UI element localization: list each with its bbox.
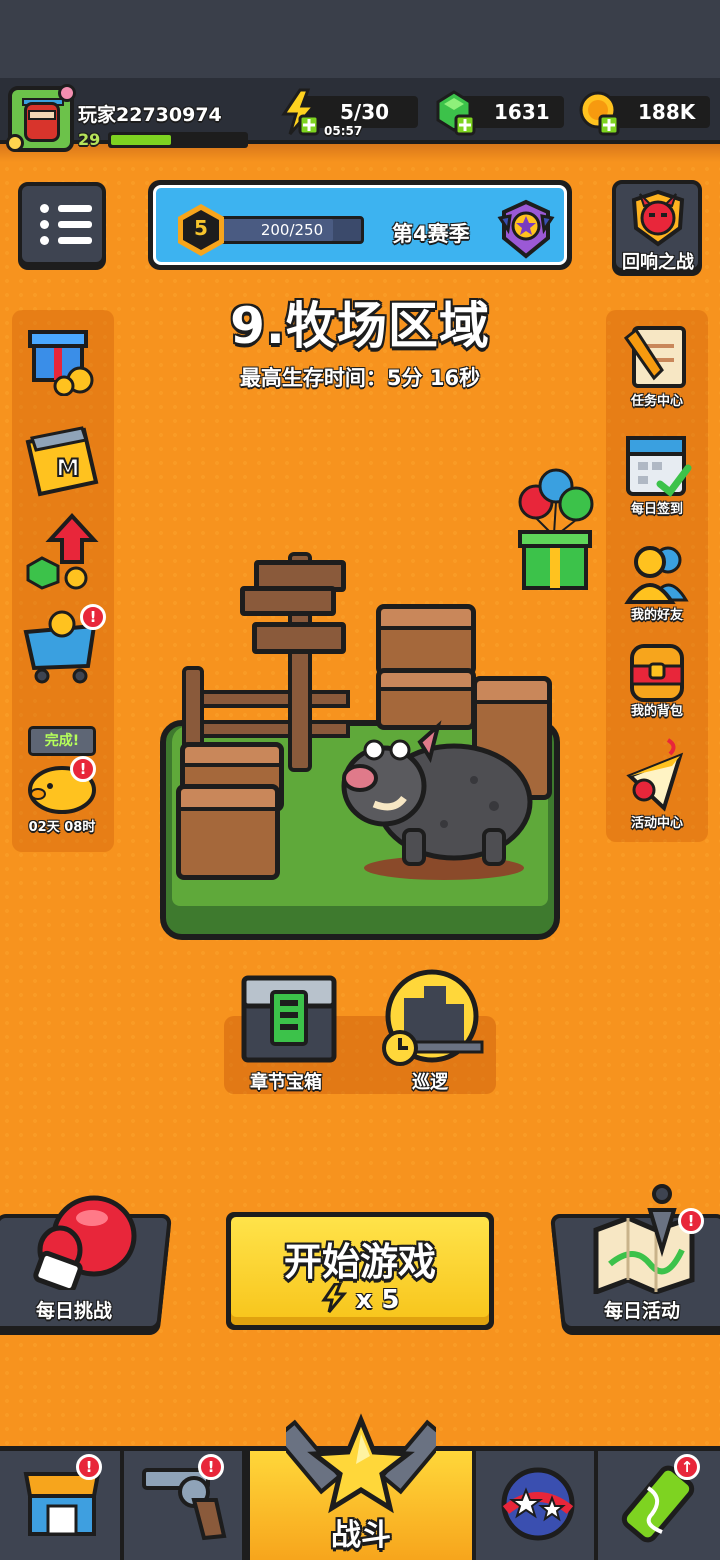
wild-boar-icon xyxy=(341,720,533,880)
season-crest-icon xyxy=(497,199,555,259)
menu-button[interactable] xyxy=(18,182,106,266)
boxing-glove-icon xyxy=(33,1195,137,1290)
green-gem-plus-icon xyxy=(436,90,476,136)
start-game-inner: 开始游戏 x 5 xyxy=(231,1217,489,1325)
piggy-complete-tag: 完成! xyxy=(28,726,96,756)
xp-fill xyxy=(111,135,172,145)
menu-line xyxy=(58,205,92,212)
activity-center-label: 活动中心 xyxy=(630,816,683,831)
menu-dot xyxy=(40,204,49,213)
daily-challenge-label: 每日挑战 xyxy=(36,1300,113,1322)
m-card-icon[interactable]: M xyxy=(22,424,104,500)
calendar-check-icon[interactable] xyxy=(622,428,692,500)
evolution-tab-badge: ↑ xyxy=(674,1454,700,1480)
start-game-cost: x 5 xyxy=(231,1282,489,1315)
season-progress-bar: 200/250 xyxy=(220,216,364,244)
menu-line xyxy=(58,237,92,244)
piggy-timer: 02天 08时 xyxy=(28,820,96,835)
sign-board xyxy=(240,586,336,616)
my-backpack-label: 我的背包 xyxy=(630,704,683,719)
flower-icon xyxy=(6,134,24,152)
piggy-badge: ! xyxy=(70,756,96,782)
gem-value: 1631 xyxy=(494,100,550,124)
stars-orb-icon xyxy=(501,1467,575,1541)
menu-dot xyxy=(40,220,49,229)
echo-battle-label: 回响之战 xyxy=(622,252,694,273)
chapter-chest-label: 章节宝箱 xyxy=(250,1072,322,1093)
quest-scroll-icon[interactable] xyxy=(620,320,694,392)
menu-line xyxy=(58,221,92,228)
season-name: 第4赛季 xyxy=(392,222,470,246)
season-panel[interactable]: 200/250 5 第4赛季 xyxy=(148,180,572,270)
daily-activity-label: 每日活动 xyxy=(604,1300,681,1322)
shop-tab-badge: ! xyxy=(76,1454,102,1480)
daily-activity-badge: ! xyxy=(678,1208,704,1234)
start-game-button[interactable]: 开始游戏 x 5 xyxy=(226,1212,494,1330)
status-bar xyxy=(0,0,720,78)
player-name: 玩家22730974 xyxy=(78,104,222,126)
gift-coins-icon[interactable] xyxy=(24,320,102,396)
season-progress-text: 200/250 xyxy=(260,221,324,239)
energy-value: 5/30 xyxy=(340,100,390,124)
menu-dot xyxy=(40,236,49,245)
star-battle-icon xyxy=(286,1413,436,1514)
season-level: 5 xyxy=(194,216,208,240)
patrol-label: 巡逻 xyxy=(412,1072,448,1093)
start-cost-text: x 5 xyxy=(355,1285,400,1315)
coin-value: 188K xyxy=(638,100,696,124)
xp-bar xyxy=(108,132,248,148)
energy-timer: 05:57 xyxy=(324,124,363,138)
player-level: 29 xyxy=(78,130,101,149)
backpack-icon[interactable] xyxy=(622,636,692,704)
balloon-gift-icon[interactable] xyxy=(514,464,596,596)
fence-rail xyxy=(200,720,350,738)
sign-board xyxy=(252,622,346,654)
hay-bale xyxy=(376,604,476,676)
avatar-face xyxy=(24,102,60,142)
map-pin-icon xyxy=(593,1184,695,1294)
lightning-plus-icon xyxy=(281,88,320,136)
svg-text:M: M xyxy=(56,454,80,482)
friends-icon[interactable] xyxy=(622,540,692,604)
shop-badge: ! xyxy=(80,604,106,630)
gem-upgrade-icon[interactable] xyxy=(24,512,102,592)
my-friends-label: 我的好友 xyxy=(630,608,683,623)
flower-icon xyxy=(58,84,76,102)
quest-center-label: 任务中心 xyxy=(630,394,683,409)
devil-shield-icon xyxy=(631,189,685,247)
hay-bale xyxy=(176,784,280,880)
chapter-chest-icon[interactable] xyxy=(238,970,340,1066)
weapons-tab-badge: ! xyxy=(198,1454,224,1480)
piggy-tag-text: 完成! xyxy=(44,733,80,749)
avatar-visor xyxy=(28,110,56,120)
lightning-icon xyxy=(320,1282,347,1313)
fence-rail xyxy=(200,690,350,708)
patrol-icon[interactable] xyxy=(376,968,486,1068)
season-panel-inner: 200/250 5 第4赛季 xyxy=(153,185,567,265)
party-popper-icon[interactable] xyxy=(620,736,694,814)
start-game-title: 开始游戏 xyxy=(283,1240,436,1284)
daily-signin-label: 每日签到 xyxy=(630,502,683,517)
gold-coin-plus-icon xyxy=(579,91,620,136)
nav-battle-label: 战斗 xyxy=(331,1518,391,1553)
